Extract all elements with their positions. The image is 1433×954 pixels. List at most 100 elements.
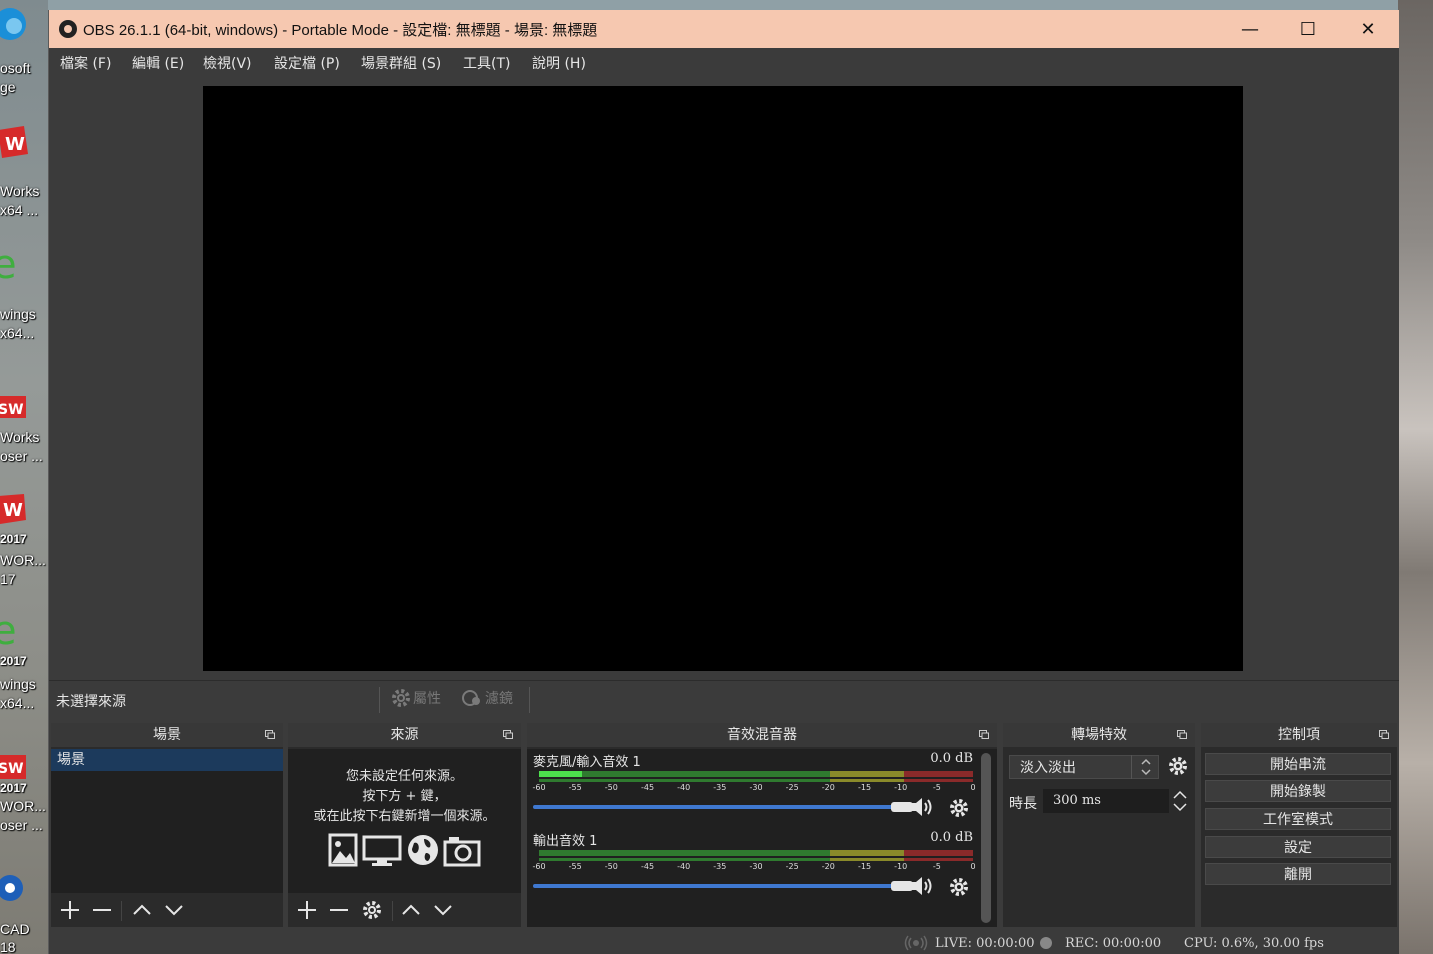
mixer-scrollbar[interactable] <box>981 753 991 923</box>
scenes-list: 場景 <box>51 749 283 893</box>
preview-canvas[interactable] <box>203 86 1243 671</box>
meter-scale: -60 -55 -50 -45 -40 -35 -30 -25 -20 -15 -10 -5 0 <box>532 783 976 797</box>
rec-timer: REC: 00:00:00 <box>1065 936 1162 951</box>
meter-scale: -60 -55 -50 -45 -40 -35 -30 -25 -20 -15 -10 -5 0 <box>532 862 975 876</box>
audio-mixer-dock: 音效混音器 麥克風/輸入音效 1 0.0 dB -60 -55 -50 -45 -40-… <box>527 723 997 927</box>
move-source-up-button[interactable] <box>400 899 422 921</box>
volume-slider[interactable] <box>533 881 913 891</box>
float-dock-icon[interactable] <box>503 730 513 739</box>
close-button[interactable]: ✕ <box>1339 10 1397 48</box>
desktop-icon-solidworks[interactable]: W Works x64 ... <box>0 118 48 228</box>
desktop-icon-cad[interactable]: CAD 18 <box>0 866 48 954</box>
properties-label: 屬性 <box>413 691 441 707</box>
desktop-icon-edge[interactable]: osoft ge <box>0 0 48 110</box>
remove-scene-button[interactable] <box>91 899 113 921</box>
duration-label: 時長 <box>1009 796 1037 812</box>
source-type-icons <box>328 833 488 869</box>
desktop-icon-label: 2017 <box>0 654 27 668</box>
settings-button[interactable]: 設定 <box>1205 836 1391 858</box>
desktop-icon-edrawings[interactable]: e wings x64... <box>0 246 48 356</box>
scenes-dock-title: 場景 <box>51 723 283 747</box>
remove-source-button[interactable] <box>328 899 350 921</box>
speaker-icon[interactable] <box>909 796 937 818</box>
gear-icon[interactable] <box>1167 755 1189 777</box>
studio-mode-button[interactable]: 工作室模式 <box>1205 808 1391 830</box>
desktop-icon-solidworks-browser[interactable]: SW Works oser ... <box>0 380 48 480</box>
move-source-down-button[interactable] <box>432 899 454 921</box>
volume-slider[interactable] <box>533 802 913 812</box>
mixer-channel-name: 麥克風/輸入音效 1 <box>533 755 641 770</box>
desktop-icon-solidworks-2017[interactable]: W 2017 WOR... 17 <box>0 490 48 600</box>
gear-icon[interactable] <box>948 797 970 819</box>
desktop-icon-label: x64... <box>0 695 35 711</box>
meter-tick-label: -15 <box>857 862 872 871</box>
desktop-icon-edrawings-2017[interactable]: e 2017 wings x64... <box>0 612 48 722</box>
meter-tick-label: -55 <box>568 783 582 792</box>
meter-tick-label: -55 <box>568 862 582 871</box>
desktop-icon-label: 2017 <box>0 532 27 546</box>
add-source-button[interactable] <box>296 899 318 921</box>
move-scene-down-button[interactable] <box>163 899 185 921</box>
sources-help-line: 按下方 + 鍵， <box>362 789 447 804</box>
meter-tick-label: -45 <box>640 862 655 871</box>
meter-tick-label: -30 <box>749 862 763 871</box>
speaker-icon[interactable] <box>909 875 937 897</box>
sources-help-line: 您未設定任何來源。 <box>345 769 463 784</box>
gear-icon[interactable] <box>948 876 970 898</box>
mixer-channel-db: 0.0 dB <box>930 751 973 766</box>
desktop-icon-label: 17 <box>0 571 16 587</box>
menu-view[interactable]: 檢視(V) <box>203 53 252 73</box>
meter-tick-label: -50 <box>604 862 618 871</box>
desktop-icon-label: Works <box>0 183 40 199</box>
transition-select-value: 淡入淡出 <box>1020 760 1076 776</box>
source-toolbar: 未選擇來源 屬性 濾鏡 <box>49 680 1399 719</box>
volume-meter <box>539 771 973 777</box>
minimize-button[interactable]: — <box>1221 10 1279 48</box>
menu-profile[interactable]: 設定檔 (P) <box>274 53 340 73</box>
menu-edit[interactable]: 編輯 (E) <box>132 53 184 73</box>
maximize-button[interactable]: ☐ <box>1279 10 1337 48</box>
source-properties-button[interactable] <box>361 899 383 921</box>
move-scene-up-button[interactable] <box>131 899 153 921</box>
properties-button[interactable]: 屬性 <box>391 688 441 708</box>
desktop-icon-label: x64 ... <box>0 202 39 218</box>
meter-tick-label: -30 <box>749 783 763 792</box>
sources-list[interactable]: 您未設定任何來源。 按下方 + 鍵， 或在此按下右鍵新增一個來源。 <box>288 749 521 893</box>
svg-text:SW: SW <box>0 402 24 418</box>
scenes-dock: 場景 場景 <box>51 723 283 927</box>
menu-help[interactable]: 說明 (H) <box>532 53 586 73</box>
transitions-dock: 轉場特效 淡入淡出 時長 300 ms <box>1003 723 1195 927</box>
meter-tick-label: -25 <box>785 862 799 871</box>
transitions-dock-title: 轉場特效 <box>1003 723 1195 747</box>
float-dock-icon[interactable] <box>1177 730 1187 739</box>
filters-label: 濾鏡 <box>485 691 513 707</box>
audio-mixer-dock-title: 音效混音器 <box>527 723 997 747</box>
meter-tick-label: 0 <box>970 783 976 792</box>
float-dock-icon[interactable] <box>265 730 275 739</box>
gear-icon <box>392 689 410 707</box>
desktop-icon-solidworks-2017-browser[interactable]: SW 2017 WOR... oser ... <box>0 735 48 845</box>
menu-tools[interactable]: 工具(T) <box>463 53 510 73</box>
duration-input[interactable]: 300 ms <box>1043 789 1169 813</box>
status-bar: LIVE: 00:00:00 REC: 00:00:00 CPU: 0.6%, … <box>49 930 1399 954</box>
meter-tick-label: -25 <box>785 783 799 792</box>
scene-list-item[interactable]: 場景 <box>51 749 283 771</box>
duration-spin-buttons[interactable] <box>1169 789 1191 813</box>
meter-tick-label: -15 <box>857 783 872 792</box>
start-recording-button[interactable]: 開始錄製 <box>1205 780 1391 802</box>
volume-meter-peak <box>539 858 973 861</box>
title-bar[interactable]: OBS 26.1.1 (64-bit, windows) - Portable … <box>49 10 1399 48</box>
browser-icon <box>408 835 438 865</box>
start-streaming-button[interactable]: 開始串流 <box>1205 753 1391 775</box>
filters-button[interactable]: 濾鏡 <box>461 688 513 708</box>
menu-file[interactable]: 檔案 (F) <box>60 53 111 73</box>
edrawings-icon: e <box>0 246 17 282</box>
float-dock-icon[interactable] <box>1379 730 1389 739</box>
exit-button[interactable]: 離開 <box>1205 863 1391 885</box>
add-scene-button[interactable] <box>59 899 81 921</box>
float-dock-icon[interactable] <box>979 730 989 739</box>
menu-scene-collection[interactable]: 場景群組 (S) <box>361 53 441 73</box>
updown-icon[interactable] <box>1131 755 1160 779</box>
record-icon <box>1040 937 1052 949</box>
desktop-icon-label: WOR... <box>0 798 46 814</box>
